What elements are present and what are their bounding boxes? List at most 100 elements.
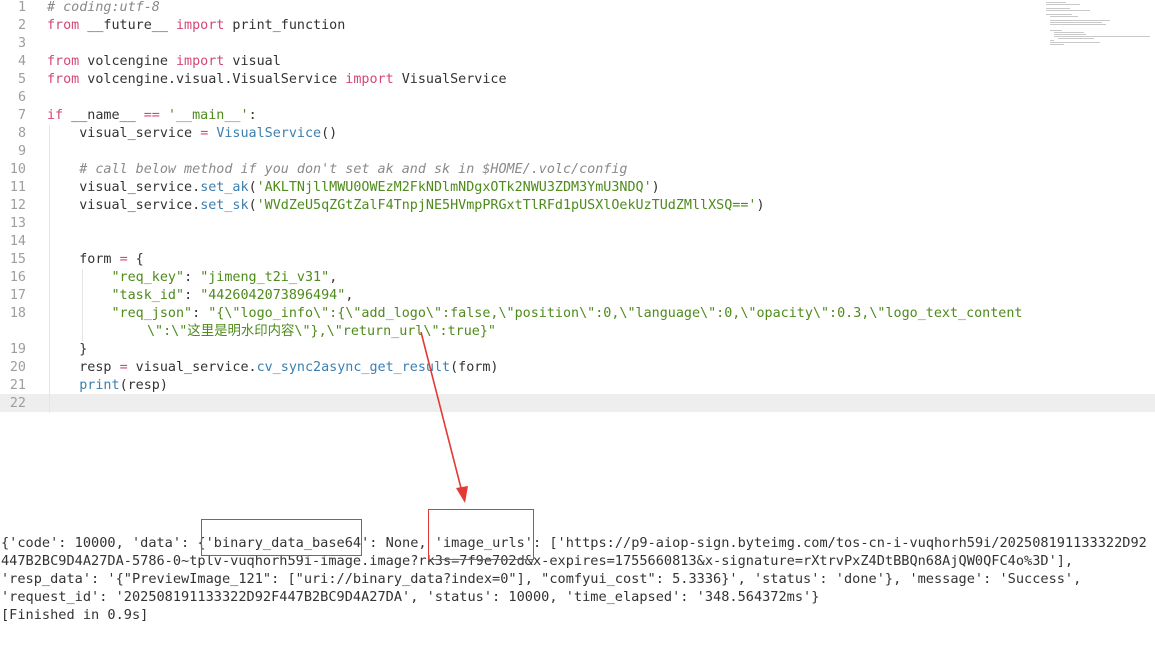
minimap[interactable] [1040,2,1152,47]
line-number: 5 [17,72,26,87]
code-text: : [248,108,257,123]
line-number: 16 [9,270,26,285]
build-output-panel[interactable]: {'code': 10000, 'data': {'binary_data_ba… [0,520,1155,652]
operator: = [119,360,128,375]
code-editor[interactable]: 1 2 3 4 5 6 7 8 9 10 11 12 13 14 15 16 1… [0,0,1155,520]
line-number: 11 [9,180,26,195]
code-text: __future__ [79,18,176,33]
line-number: 22 [9,396,26,411]
line-number: 20 [9,360,26,375]
code-text: form [47,252,120,267]
code-text: visual_service. [47,198,201,213]
keyword: import [176,54,225,69]
code-text: (resp) [119,378,168,393]
output-text: {'code': 10000, 'data': { [1,535,206,551]
code-line-19: } [47,341,87,359]
function-name: set_sk [200,198,249,213]
string: "req_key" [111,270,185,285]
code-text: , [329,270,338,285]
keyword: import [176,18,225,33]
output-text: : ['https://p9-aiop-sign.byteimg.com/tos… [533,535,1147,551]
annotation-box-image-urls [428,509,534,560]
function-name: set_ak [200,180,249,195]
line-number: 6 [17,90,26,105]
line-number: 7 [17,108,26,123]
code-line-10: # call below method if you don't set ak … [47,161,627,179]
line-number: 8 [17,126,26,141]
operator: == [143,108,160,123]
line-number: 9 [17,144,26,159]
comment: # call below method if you don't set ak … [47,162,628,177]
line-number: 14 [9,234,26,249]
code-text: resp [47,360,120,375]
output-line-2: 447B2BC9D4A27DA-5786-0~tplv-vuqhorh59i-i… [1,553,1074,569]
string: "jimeng_t2i_v31" [200,270,330,285]
code-text: ( [248,180,257,195]
line-number: 12 [9,198,26,213]
code-line-11: visual_service.set_ak('AKLTNjllMWU0OWEzM… [47,179,660,197]
code-line-7: if __name__ == '__main__': [47,107,257,125]
code-line-8: visual_service = VisualService() [47,125,337,143]
line-number: 2 [17,18,26,33]
line-number: 13 [9,216,26,231]
string: "4426042073896494" [200,288,346,303]
operator: = [119,252,128,267]
string: "{\"logo_info\":{\"add_logo\":false,\"po… [208,306,1023,321]
code-text: ) [651,180,660,195]
string: "req_json" [111,306,193,321]
code-line-20: resp = visual_service.cv_sync2async_get_… [47,359,498,377]
code-text: () [321,126,338,141]
code-line-21: print(resp) [47,377,168,395]
code-text: print_function [224,18,346,33]
code-text: } [47,342,88,357]
code-text: ( [248,198,257,213]
code-text: { [127,252,144,267]
code-line-2: from __future__ import print_function [47,17,345,35]
line-number: 1 [17,0,26,15]
code-text: ) [756,198,765,213]
code-line-4: from volcengine import visual [47,53,281,71]
code-text: (form) [450,360,499,375]
output-line-5: [Finished in 0.9s] [1,607,149,623]
code-text: visual_service. [47,180,201,195]
comment: # coding:utf-8 [47,0,160,15]
line-number: 3 [17,36,26,51]
code-text: : [184,288,201,303]
string: 'WVdZeU5qZGtZalF4TnpjNE5HVmpPRGxtTlRFd1p… [256,198,757,213]
string: \":\"这里是明水印内容\"},\"return_url\":true}" [147,324,496,339]
code-line-5: from volcengine.visual.VisualService imp… [47,71,507,89]
annotation-box-binary-data [201,519,362,556]
output-text: : None, [369,535,435,551]
line-number: 19 [9,342,26,357]
string: '__main__' [167,108,249,123]
keyword: from [47,54,80,69]
output-line-1: {'code': 10000, 'data': {'binary_data_ba… [1,534,1147,552]
line-number: 15 [9,252,26,267]
output-line-3: 'resp_data': '{"PreviewImage_121": ["uri… [1,571,1082,587]
code-line-18-wrapped: \":\"这里是明水印内容\"},\"return_url\":true}" [147,323,496,341]
code-text: : [192,306,209,321]
code-line-1: # coding:utf-8 [47,0,160,17]
line-number: 17 [9,288,26,303]
keyword: from [47,72,80,87]
code-line-18: "req_json": "{\"logo_info\":{\"add_logo\… [47,305,1023,323]
current-line-highlight [0,394,1155,412]
code-text: VisualService [393,72,507,87]
line-number: 18 [9,306,26,321]
keyword: if [47,108,64,123]
line-number: 4 [17,54,26,69]
output-line-4: 'request_id': '202508191133322D92F447B2B… [1,589,820,605]
code-line-17: "task_id": "4426042073896494", [47,287,354,305]
line-number: 21 [9,378,26,393]
keyword: from [47,18,80,33]
code-line-12: visual_service.set_sk('WVdZeU5qZGtZalF4T… [47,197,765,215]
string: 'AKLTNjllMWU0OWEzM2FkNDlmNDgxOTk2NWU3ZDM… [256,180,652,195]
code-text: , [345,288,354,303]
line-number: 10 [9,162,26,177]
code-text: __name__ [63,108,144,123]
